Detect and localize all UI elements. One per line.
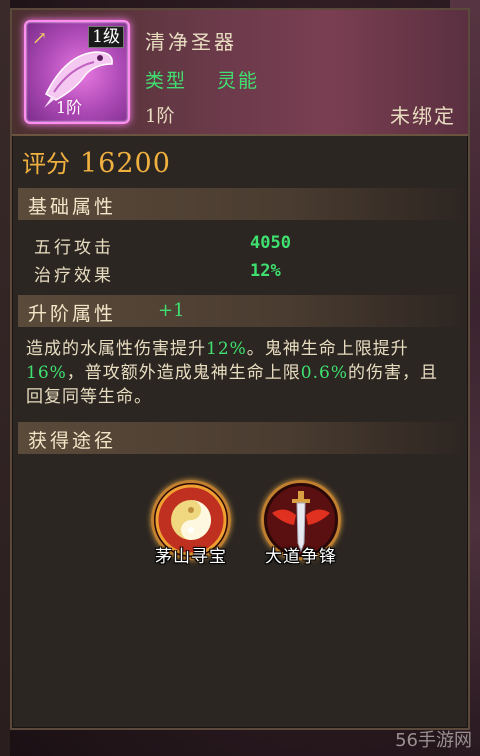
background-decoration-left — [0, 0, 10, 756]
item-level-tag: 1级 — [88, 26, 124, 48]
bind-state: 未绑定 — [390, 104, 456, 128]
item-tier: 1阶 — [145, 106, 175, 127]
score-row: 评分 16200 — [22, 144, 171, 179]
score-label: 评分 — [22, 150, 70, 178]
attr-label: 治疗效果 — [34, 266, 114, 286]
source-dadao-button[interactable]: 大道争锋 — [256, 480, 346, 570]
desc-text: ，普攻额外造成鬼神生命上限 — [66, 363, 301, 383]
upgrade-attrs-title: 升阶属性 — [28, 303, 117, 325]
item-tooltip-panel: ↗ 1级 1阶 清净圣器 类型 灵能 1阶 未绑定 评分 16200 基础属性 五行… — [10, 8, 470, 730]
item-name: 清净圣器 — [145, 30, 237, 54]
item-icon-frame[interactable]: ↗ 1级 1阶 — [24, 20, 130, 124]
desc-highlight-value: 0.6% — [300, 363, 348, 383]
sources-header: 获得途径 — [18, 422, 462, 454]
upgrade-description: 造成的水属性伤害提升12%。鬼神生命上限提升 16%，普攻额外造成鬼神生命上限0.… — [26, 337, 446, 409]
basic-attrs-header: 基础属性 — [18, 188, 462, 220]
upgrade-bonus: +1 — [158, 300, 185, 321]
item-type-value: 灵能 — [217, 70, 260, 92]
desc-highlight-value: 12% — [206, 339, 247, 359]
item-header: ↗ 1级 1阶 清净圣器 类型 灵能 1阶 未绑定 — [12, 10, 468, 136]
item-type-label: 类型 — [145, 70, 188, 92]
source-label: 茅山寻宝 — [155, 547, 227, 567]
desc-highlight-value: 16% — [26, 363, 67, 383]
upgrade-attrs-header: 升阶属性 +1 — [18, 295, 462, 327]
item-type-row: 类型 灵能 — [145, 66, 259, 93]
attr-value: 4050 — [250, 233, 291, 253]
desc-text: 造成的水属性伤害提升 — [26, 339, 206, 359]
attr-value: 12% — [250, 261, 281, 281]
score-value: 16200 — [80, 148, 171, 179]
source-maoshan-button[interactable]: 茅山寻宝 — [146, 480, 236, 570]
desc-text: 。鬼神生命上限提升 — [246, 339, 409, 359]
watermark: 56手游网 — [395, 730, 472, 751]
source-label: 大道争锋 — [265, 547, 337, 567]
attr-label: 五行攻击 — [34, 238, 114, 258]
item-tier-tag: 1阶 — [56, 98, 83, 117]
sources-title: 获得途径 — [28, 430, 117, 452]
basic-attrs-title: 基础属性 — [28, 196, 117, 218]
